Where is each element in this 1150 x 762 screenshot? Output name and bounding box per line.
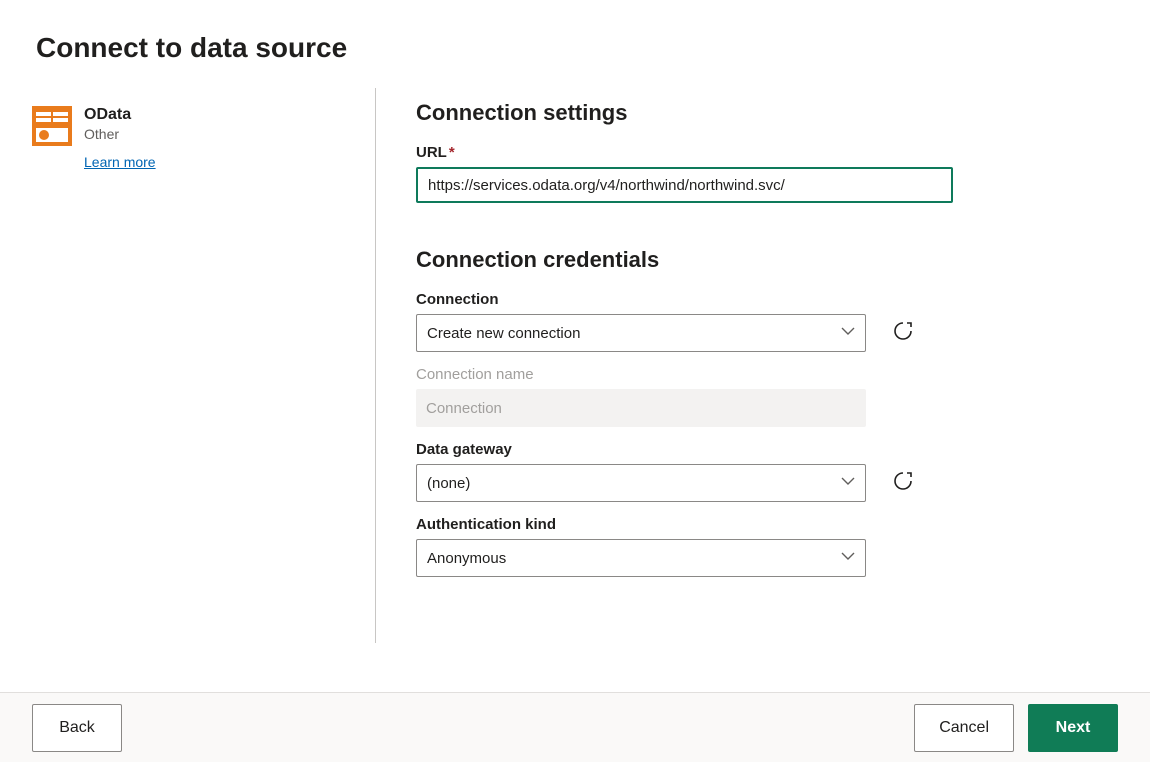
next-button[interactable]: Next <box>1028 704 1118 752</box>
refresh-connection-button[interactable] <box>886 314 920 352</box>
chevron-down-icon <box>841 474 855 493</box>
connection-name-input: Connection <box>416 389 866 427</box>
chevron-down-icon <box>841 324 855 343</box>
page-title: Connect to data source <box>36 32 1114 64</box>
connector-title: OData <box>84 106 131 124</box>
gateway-select[interactable]: (none) <box>416 464 866 502</box>
auth-label: Authentication kind <box>416 516 1110 533</box>
learn-more-link[interactable]: Learn more <box>84 154 156 170</box>
footer: Back Cancel Next <box>0 692 1150 762</box>
auth-select-value: Anonymous <box>427 550 506 567</box>
url-input[interactable] <box>416 167 953 203</box>
connector-category: Other <box>84 126 131 142</box>
required-indicator: * <box>449 144 455 161</box>
url-label: URL* <box>416 144 1110 161</box>
refresh-icon <box>892 320 914 347</box>
form-panel: Connection settings URL* Connection cred… <box>376 88 1150 643</box>
url-label-text: URL <box>416 144 447 161</box>
connector-sidebar: OData Other Learn more <box>32 88 376 643</box>
connection-select[interactable]: Create new connection <box>416 314 866 352</box>
auth-select[interactable]: Anonymous <box>416 539 866 577</box>
connection-name-placeholder: Connection <box>426 400 502 417</box>
gateway-select-value: (none) <box>427 475 470 492</box>
refresh-icon <box>892 470 914 497</box>
back-button[interactable]: Back <box>32 704 122 752</box>
cancel-button[interactable]: Cancel <box>914 704 1014 752</box>
section-connection-credentials: Connection credentials <box>416 247 1110 273</box>
gateway-label: Data gateway <box>416 441 866 458</box>
connector-item: OData Other <box>32 106 375 146</box>
connection-select-value: Create new connection <box>427 325 580 342</box>
connection-name-label: Connection name <box>416 366 1110 383</box>
odata-connector-icon <box>32 106 72 146</box>
refresh-gateway-button[interactable] <box>886 464 920 502</box>
chevron-down-icon <box>841 549 855 568</box>
section-connection-settings: Connection settings <box>416 100 1110 126</box>
connection-label: Connection <box>416 291 866 308</box>
